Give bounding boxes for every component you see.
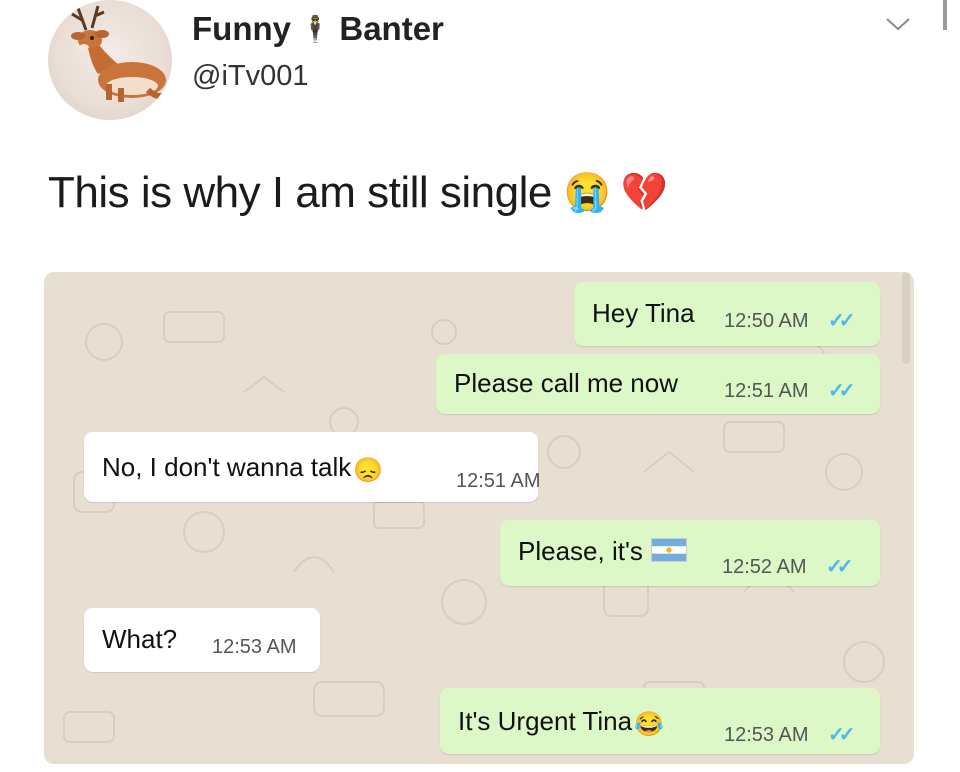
- scroll-indicator: [943, 0, 947, 30]
- message-text: Please, it's: [518, 536, 687, 567]
- tweet-emojis: 😭 💔: [563, 172, 668, 214]
- message-bubble-outgoing[interactable]: Please, it's 12:52 AM ✓✓: [500, 520, 880, 586]
- message-text: It's Urgent Tina😂: [458, 706, 664, 739]
- message-time: 12:53 AM: [212, 636, 297, 658]
- laughing-crying-emoji: 😂: [634, 711, 664, 738]
- read-receipt-icon: ✓✓: [828, 310, 855, 332]
- display-name-right: Banter: [339, 10, 444, 47]
- argentina-flag-icon: [650, 538, 687, 562]
- message-time: 12:50 AM: [724, 310, 809, 332]
- display-name-left: Funny: [192, 10, 291, 47]
- sad-face-emoji: 😞: [353, 457, 384, 484]
- message-text-body: Please, it's: [518, 536, 643, 566]
- name-emoji: 🕴: [298, 14, 332, 44]
- chat-screenshot: Hey Tina 12:50 AM ✓✓ Please call me now …: [44, 272, 914, 764]
- message-text: No, I don't wanna talk😞: [102, 452, 383, 485]
- message-time: 12:52 AM: [722, 556, 807, 578]
- message-text: Please call me now: [454, 368, 678, 398]
- message-text-body: It's Urgent Tina: [458, 706, 633, 736]
- avatar[interactable]: [48, 0, 172, 120]
- message-bubble-outgoing[interactable]: Hey Tina 12:50 AM ✓✓: [574, 282, 880, 346]
- message-text: Hey Tina: [592, 298, 695, 328]
- read-receipt-icon: ✓✓: [828, 724, 855, 746]
- tweet-body: This is why I am still single: [48, 168, 552, 217]
- read-receipt-icon: ✓✓: [826, 556, 853, 578]
- message-bubble-incoming[interactable]: What? 12:53 AM: [84, 608, 320, 672]
- chat-scrollbar[interactable]: [902, 272, 910, 364]
- message-text-body: No, I don't wanna talk: [102, 452, 352, 482]
- display-name[interactable]: Funny 🕴 Banter: [192, 10, 444, 48]
- message-time: 12:51 AM: [456, 470, 541, 492]
- tweet-text: This is why I am still single 😭 💔: [48, 168, 668, 218]
- deer-avatar-icon: [71, 5, 167, 102]
- message-time: 12:53 AM: [724, 724, 809, 746]
- user-handle[interactable]: @iTv001: [192, 60, 308, 93]
- message-bubble-outgoing[interactable]: Please call me now 12:51 AM ✓✓: [436, 354, 880, 414]
- message-bubble-outgoing[interactable]: It's Urgent Tina😂 12:53 AM ✓✓: [440, 688, 880, 754]
- chevron-down-icon[interactable]: [884, 16, 912, 32]
- read-receipt-icon: ✓✓: [828, 380, 855, 402]
- message-bubble-incoming[interactable]: No, I don't wanna talk😞 12:51 AM: [84, 432, 541, 502]
- message-time: 12:51 AM: [724, 380, 809, 402]
- message-text: What?: [102, 624, 178, 654]
